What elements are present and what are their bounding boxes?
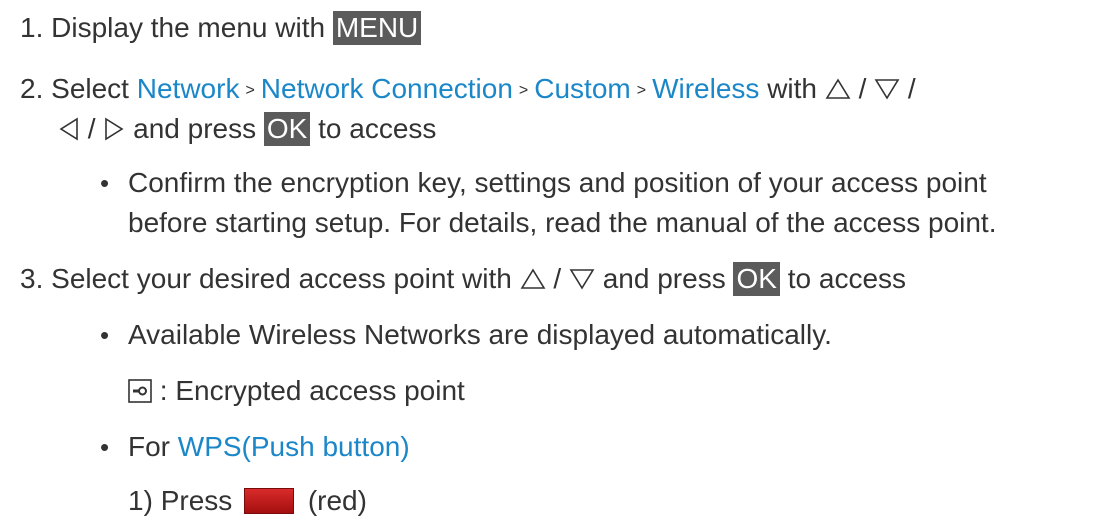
- step-2-with: with: [767, 73, 817, 104]
- down-triangle-icon: [569, 268, 595, 290]
- wps-sub-step-1: 1) Press (red): [128, 484, 367, 518]
- slash-separator: /: [553, 263, 562, 294]
- right-triangle-icon: [105, 117, 124, 141]
- step-2-continued: / and press OK to access: [58, 112, 436, 146]
- sub-step-text: Press: [160, 485, 233, 516]
- step-3: 3. Select your desired access point with…: [20, 262, 906, 296]
- step-2: 2. Select Network > Network Connection > Cus…: [20, 72, 916, 106]
- breadcrumb-separator: >: [518, 82, 529, 99]
- note-text: before starting setup. For details, read…: [128, 207, 997, 238]
- step-3-note-available: • Available Wireless Networks are display…: [100, 318, 832, 352]
- wps-prefix: For: [128, 431, 170, 462]
- sub-step-suffix: (red): [307, 485, 367, 516]
- link-network-connection[interactable]: Network Connection: [261, 73, 513, 104]
- step-2-note-line-1: • Confirm the encryption key, settings an…: [100, 166, 987, 200]
- step-1-number: 1.: [20, 12, 44, 43]
- menu-key-label: MENU: [332, 11, 422, 45]
- slash-separator: /: [858, 73, 867, 104]
- link-custom[interactable]: Custom: [534, 73, 630, 104]
- step-2-prefix: Select: [51, 73, 129, 104]
- encrypted-lock-icon: [128, 378, 152, 403]
- step-2-number: 2.: [20, 73, 44, 104]
- slash-separator: /: [87, 113, 96, 144]
- step-3-suffix: to access: [787, 263, 907, 294]
- ok-key-label: OK: [263, 112, 311, 146]
- step-2-and-press: and press: [133, 113, 257, 144]
- step-3-text: Select your desired access point with: [51, 263, 512, 294]
- up-triangle-icon: [520, 268, 546, 289]
- step-2-note-line-2: before starting setup. For details, read…: [128, 206, 997, 240]
- down-triangle-icon: [874, 78, 900, 100]
- wps-bullet: • For WPS(Push button): [100, 430, 410, 464]
- note-text: Available Wireless Networks are displaye…: [128, 319, 832, 350]
- bullet: •: [100, 320, 110, 350]
- step-2-suffix: to access: [318, 113, 437, 144]
- step-3-number: 3.: [20, 263, 44, 294]
- note-text: Confirm the encryption key, settings and…: [128, 167, 987, 198]
- bullet: •: [100, 432, 110, 462]
- red-button-icon: [244, 487, 295, 514]
- link-wireless[interactable]: Wireless: [652, 73, 759, 104]
- link-wps-push-button[interactable]: WPS(Push button): [178, 431, 410, 462]
- link-network[interactable]: Network: [137, 73, 240, 104]
- ok-key-label: OK: [733, 262, 780, 296]
- bullet: •: [100, 168, 110, 198]
- step-1: 1. Display the menu with MENU: [20, 11, 422, 45]
- slash-separator: /: [907, 73, 916, 104]
- up-triangle-icon: [825, 78, 851, 99]
- left-triangle-icon: [59, 117, 78, 141]
- step-1-text: Display the menu with: [51, 12, 326, 43]
- breadcrumb-separator: >: [636, 82, 647, 99]
- encrypted-legend: : Encrypted access point: [128, 374, 465, 408]
- breadcrumb-separator: >: [245, 82, 255, 99]
- encrypted-label: : Encrypted access point: [159, 375, 465, 406]
- step-3-and-press: and press: [602, 263, 726, 294]
- sub-step-number: 1): [128, 485, 153, 516]
